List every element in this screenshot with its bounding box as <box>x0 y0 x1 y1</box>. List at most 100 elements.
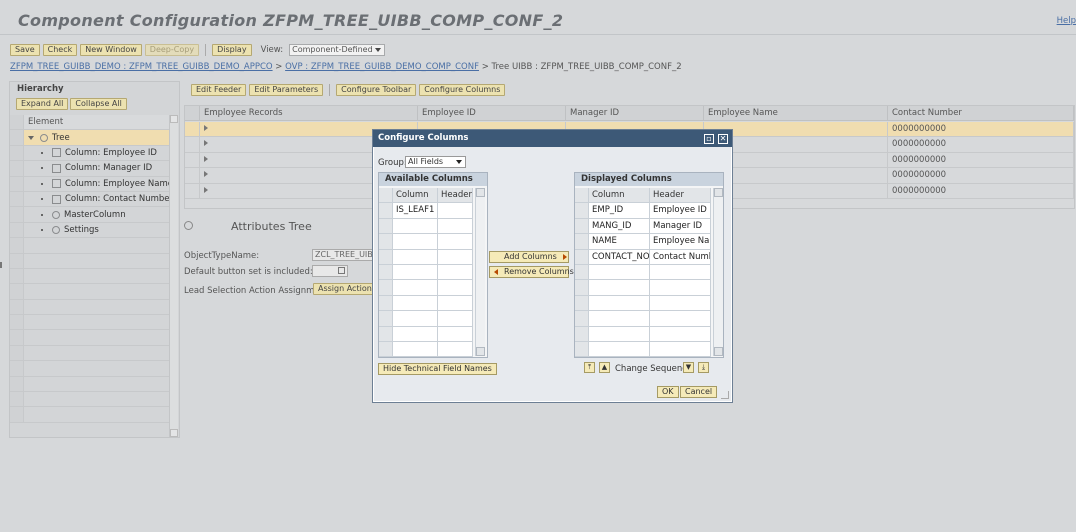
available-scrollbar[interactable] <box>475 188 485 356</box>
list-item[interactable]: CONTACT_NOContact Number <box>575 249 711 265</box>
column-icon <box>52 179 61 189</box>
preview-table-header: Employee Records Employee ID Manager ID … <box>185 106 1074 121</box>
tree-node-master-column[interactable]: MasterColumn <box>10 207 178 223</box>
hide-technical-names-button[interactable]: Hide Technical Field Names <box>378 363 497 375</box>
deep-copy-button[interactable]: Deep-Copy <box>144 43 200 56</box>
attributes-title: Attributes Tree <box>231 220 312 233</box>
close-icon[interactable]: ✕ <box>718 134 728 144</box>
main-toolbar: Save Check New Window Deep-Copy Display … <box>10 43 386 56</box>
move-up-icon[interactable]: ▲ <box>599 362 610 373</box>
available-columns-title: Available Columns <box>379 173 487 186</box>
group-select[interactable]: All Fields <box>405 156 466 168</box>
list-item[interactable]: IS_LEAF1 <box>379 203 473 219</box>
arrow-right-icon <box>562 253 567 260</box>
change-sequence-label: Change Sequence <box>615 364 693 374</box>
attributes-radio[interactable] <box>184 221 193 230</box>
move-down-icon[interactable]: ▼ <box>683 362 694 373</box>
lead-selection-label: Lead Selection Action Assignment: <box>184 286 332 296</box>
cancel-button[interactable]: Cancel <box>680 386 718 398</box>
default-button-set-field[interactable] <box>312 265 348 277</box>
add-columns-button[interactable]: Add Columns <box>489 251 569 263</box>
hierarchy-tree: Element Tree Column: Employee ID Column:… <box>10 115 178 423</box>
column-header[interactable]: Employee Name <box>704 106 888 120</box>
chevron-down-icon <box>375 47 382 52</box>
column-header[interactable]: Employee ID <box>418 106 566 120</box>
element-column-header: Element <box>28 117 64 128</box>
object-type-label: ObjectTypeName: <box>184 251 260 261</box>
move-to-bottom-icon[interactable]: ⤓ <box>698 362 709 373</box>
remove-columns-button[interactable]: Remove Columns <box>489 266 574 278</box>
ok-button[interactable]: OK <box>657 386 679 398</box>
configure-toolbar-button[interactable]: Configure Toolbar <box>336 84 417 96</box>
column-icon <box>52 194 61 204</box>
chevron-right-icon[interactable] <box>204 125 208 131</box>
group-label: Group: <box>378 158 407 168</box>
chevron-right-icon[interactable] <box>204 155 208 162</box>
column-header[interactable]: Contact Number <box>888 106 1074 120</box>
expand-all-button[interactable]: Expand All <box>16 98 69 110</box>
collapse-all-button[interactable]: Collapse All <box>70 98 127 110</box>
breadcrumb-item-current: Tree UIBB : ZFPM_TREE_UIBB_COMP_CONF_2 <box>491 62 682 72</box>
toolbar-separator <box>205 43 207 56</box>
select-all-icon[interactable] <box>575 188 589 203</box>
default-button-set-label: Default button set is included: <box>184 267 313 277</box>
configure-columns-button[interactable]: Configure Columns <box>419 84 506 96</box>
check-button[interactable]: Check <box>42 43 78 56</box>
tree-node-settings[interactable]: Settings <box>10 222 178 239</box>
tree-node-column[interactable]: Column: Manager ID <box>10 161 178 177</box>
displayed-scrollbar[interactable] <box>713 188 723 356</box>
dialog-title: Configure Columns <box>373 130 732 147</box>
value-help-icon[interactable] <box>338 267 345 274</box>
scroll-down-icon[interactable] <box>714 347 723 356</box>
column-icon <box>52 163 61 173</box>
breadcrumb-item-app[interactable]: ZFPM_TREE_GUIBB_DEMO : ZFPM_TREE_GUIBB_D… <box>10 62 273 72</box>
chevron-right-icon[interactable] <box>204 140 208 147</box>
select-all-icon[interactable] <box>379 188 393 203</box>
displayed-columns-title: Displayed Columns <box>575 173 723 186</box>
configure-columns-dialog: Configure Columns ▫ ✕ Group: All Fields … <box>372 129 733 403</box>
list-item[interactable]: EMP_ID Employee ID <box>575 203 711 219</box>
list-item[interactable]: NAMEEmployee Name <box>575 234 711 250</box>
breadcrumb-item-ovp[interactable]: OVP : ZFPM_TREE_GUIBB_DEMO_COMP_CONF <box>285 62 479 72</box>
move-to-top-icon[interactable]: ⤒ <box>584 362 595 373</box>
edit-feeder-button[interactable]: Edit Feeder <box>191 84 247 96</box>
tree-node-column[interactable]: Column: Contact Number <box>10 191 178 208</box>
master-column-icon <box>52 210 60 219</box>
maximize-icon[interactable]: ▫ <box>704 134 714 144</box>
chevron-right-icon[interactable] <box>204 171 208 178</box>
assign-action-button[interactable]: Assign Action <box>313 283 377 295</box>
column-header[interactable]: Employee Records <box>200 106 418 120</box>
tree-node-icon <box>40 133 48 142</box>
scroll-down-icon[interactable] <box>170 429 178 437</box>
column-header[interactable]: Manager ID <box>566 106 704 120</box>
preview-toolbar: Edit Feeder Edit Parameters Configure To… <box>191 84 506 96</box>
tree-node-tree[interactable]: Tree <box>10 130 178 146</box>
title-divider <box>0 34 1076 35</box>
scroll-up-icon[interactable] <box>714 188 723 197</box>
list-item[interactable]: MANG_ID Manager ID <box>575 218 711 235</box>
settings-icon <box>52 225 60 234</box>
chevron-down-icon <box>456 160 462 164</box>
resize-grip-icon[interactable] <box>721 391 729 399</box>
column-icon <box>52 148 61 158</box>
breadcrumb: ZFPM_TREE_GUIBB_DEMO : ZFPM_TREE_GUIBB_D… <box>10 62 682 72</box>
tree-node-column[interactable]: Column: Employee ID <box>10 145 178 162</box>
tree-node-column[interactable]: Column: Employee Name <box>10 176 178 192</box>
page-title: Component Configuration ZFPM_TREE_UIBB_C… <box>18 11 564 30</box>
hierarchy-scrollbar[interactable] <box>169 115 178 437</box>
chevron-down-icon[interactable] <box>28 135 34 140</box>
view-select[interactable]: Component-Defined <box>289 43 386 56</box>
chevron-right-icon[interactable] <box>204 186 208 193</box>
display-button[interactable]: Display <box>212 43 252 56</box>
scroll-up-icon[interactable] <box>170 115 178 123</box>
help-link[interactable]: Help <box>1057 16 1076 26</box>
save-button[interactable]: Save <box>10 43 40 56</box>
scroll-down-icon[interactable] <box>476 347 485 356</box>
new-window-button[interactable]: New Window <box>80 43 142 56</box>
scroll-up-icon[interactable] <box>476 188 485 197</box>
hierarchy-title: Hierarchy <box>17 84 64 94</box>
object-type-field[interactable]: ZCL_TREE_UIBB <box>312 249 374 261</box>
hierarchy-header-row: Element <box>10 115 178 131</box>
edit-parameters-button[interactable]: Edit Parameters <box>249 84 324 96</box>
hierarchy-panel: Hierarchy Expand All Collapse All Elemen… <box>9 81 180 438</box>
